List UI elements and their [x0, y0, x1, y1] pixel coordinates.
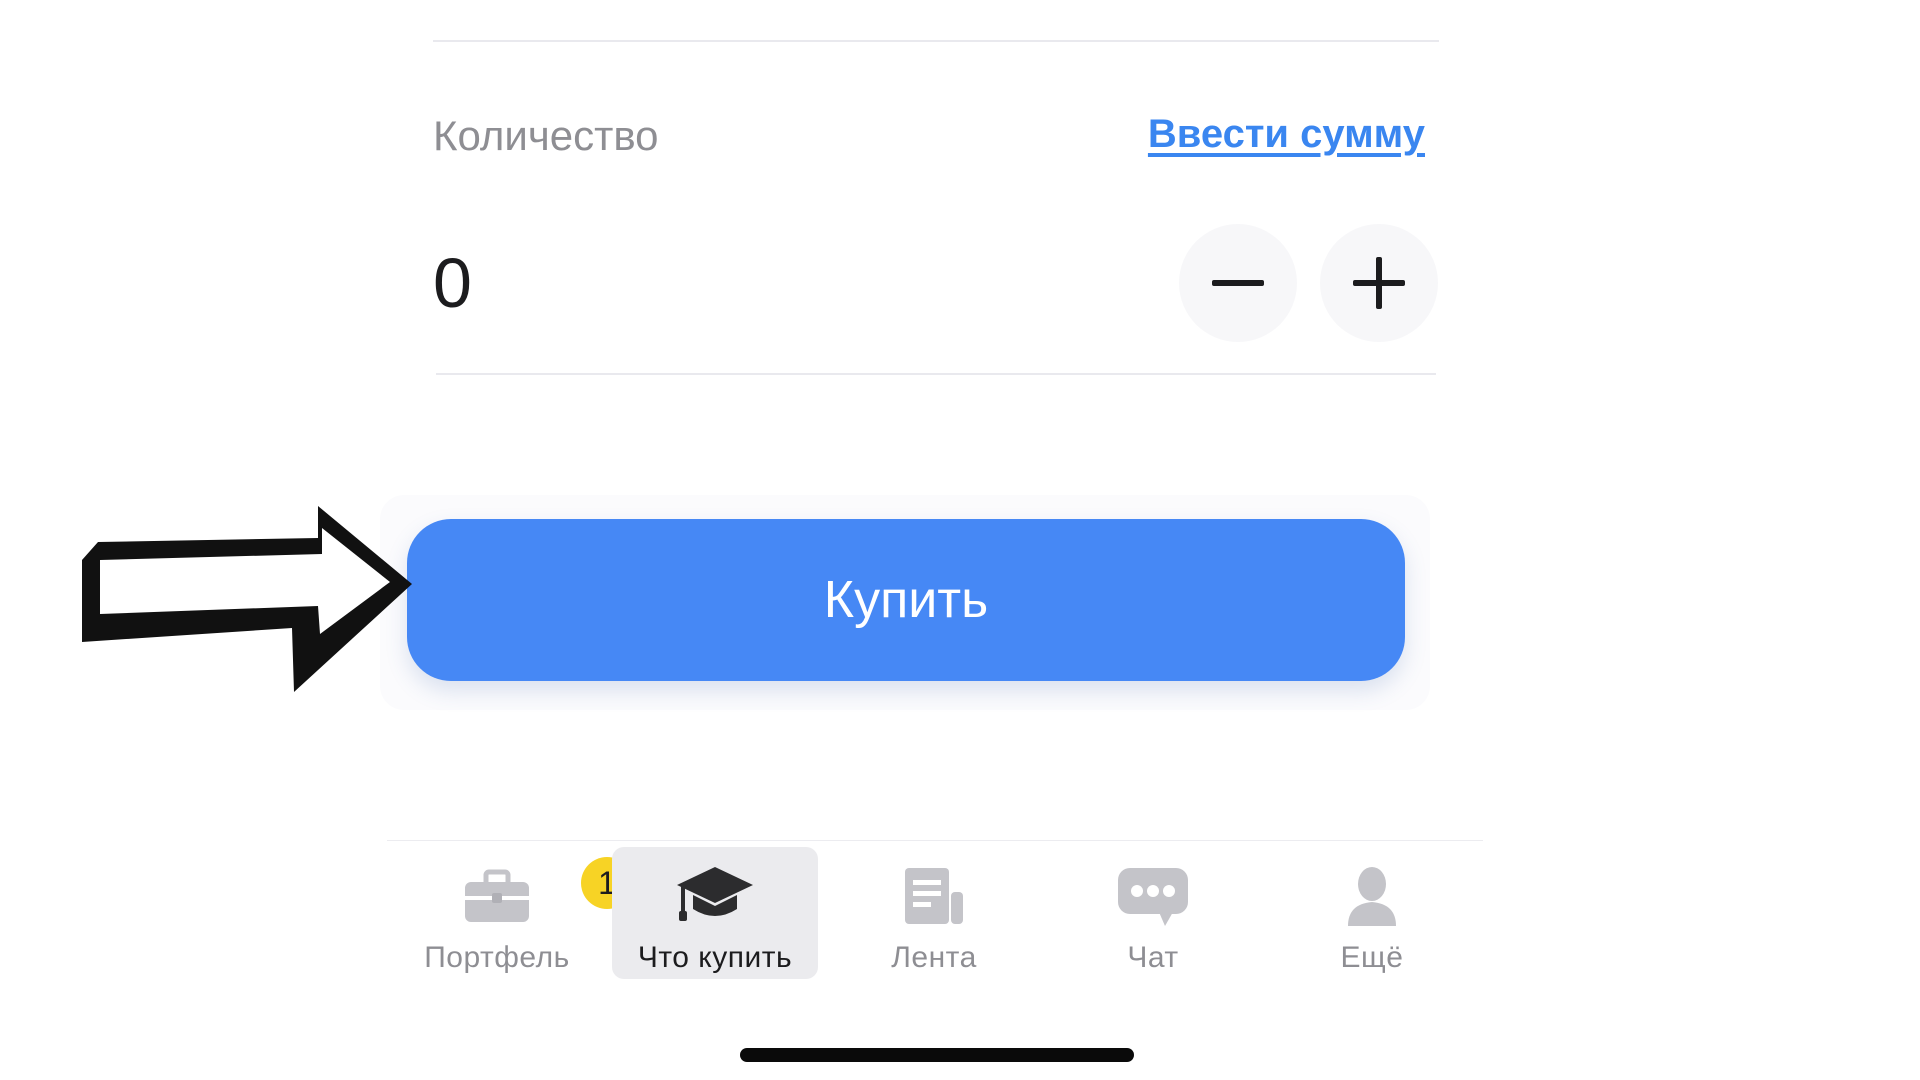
tab-feed[interactable]: Лента: [831, 847, 1037, 979]
tab-bar: 1 Портфель Что купить Лента Чат Ещё: [387, 845, 1483, 985]
enter-sum-link[interactable]: Ввести сумму: [1148, 112, 1425, 157]
tab-label: Портфель: [424, 941, 570, 974]
tab-portfolio[interactable]: 1 Портфель: [394, 847, 633, 979]
tab-label: Ещё: [1340, 941, 1404, 974]
tab-label: Что купить: [637, 941, 793, 974]
graduation-cap-icon: [675, 861, 755, 931]
tab-more[interactable]: Ещё: [1269, 847, 1475, 979]
person-icon: [1332, 861, 1412, 931]
buy-button[interactable]: Купить: [407, 519, 1405, 681]
news-feed-icon: [894, 861, 974, 931]
home-indicator[interactable]: [740, 1048, 1134, 1062]
quantity-input[interactable]: 0: [433, 243, 472, 323]
tab-chat[interactable]: Чат: [1050, 847, 1256, 979]
tab-label: Чат: [1127, 941, 1179, 974]
increment-button[interactable]: [1320, 224, 1438, 342]
decrement-button[interactable]: [1179, 224, 1297, 342]
briefcase-icon: 1: [457, 857, 633, 931]
tab-label: Лента: [891, 941, 977, 974]
pointer-arrow-icon: [82, 506, 412, 692]
chat-bubble-icon: [1113, 861, 1193, 931]
plus-icon: [1353, 257, 1405, 309]
top-divider: [433, 40, 1439, 42]
tab-bar-divider: [387, 840, 1483, 841]
tab-what-to-buy[interactable]: Что купить: [612, 847, 818, 979]
quantity-divider: [436, 373, 1436, 375]
quantity-label: Количество: [433, 112, 659, 159]
minus-icon: [1212, 280, 1264, 286]
